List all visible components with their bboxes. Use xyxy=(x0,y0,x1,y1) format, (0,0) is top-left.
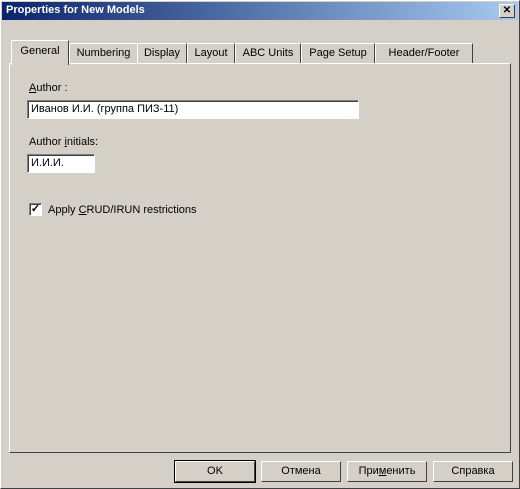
tab-label: Header/Footer xyxy=(388,47,460,59)
tab-display[interactable]: Display xyxy=(137,43,187,63)
tab-abc-units[interactable]: ABC Units xyxy=(235,43,301,63)
close-icon: ✕ xyxy=(502,5,512,16)
tab-header-footer[interactable]: Header/Footer xyxy=(375,43,473,63)
crud-irun-checkbox[interactable]: ✓ xyxy=(29,203,42,216)
cancel-button[interactable]: Отмена xyxy=(261,461,341,482)
tab-label: ABC Units xyxy=(242,47,294,59)
author-field[interactable]: Иванов И.И. (группа ПИЗ-11) xyxy=(27,100,359,119)
tab-label: General xyxy=(20,45,60,57)
tab-page-setup[interactable]: Page Setup xyxy=(301,43,375,63)
tab-numbering[interactable]: Numbering xyxy=(69,43,138,63)
author-initials-field[interactable]: И.И.И. xyxy=(27,154,95,173)
tab-label: Page Setup xyxy=(309,47,367,59)
checkmark-icon: ✓ xyxy=(30,203,41,215)
tab-general[interactable]: General xyxy=(11,40,69,65)
tab-label: Display xyxy=(143,47,181,59)
help-button[interactable]: Справка xyxy=(433,461,513,482)
dialog-title: Properties for New Models xyxy=(6,4,145,16)
close-button[interactable]: ✕ xyxy=(499,4,515,18)
general-tab-panel xyxy=(9,63,511,453)
ok-button[interactable]: OK xyxy=(174,460,256,483)
apply-button[interactable]: Применить xyxy=(347,461,427,482)
tab-layout[interactable]: Layout xyxy=(187,43,235,63)
title-bar: Properties for New Models ✕ xyxy=(2,2,518,20)
tab-label: Numbering xyxy=(76,47,131,59)
tab-label: Layout xyxy=(194,47,228,59)
properties-dialog: Properties for New Models ✕ General Numb… xyxy=(0,0,520,489)
crud-irun-label[interactable]: Apply CRUD/IRUN restrictions xyxy=(48,204,197,216)
